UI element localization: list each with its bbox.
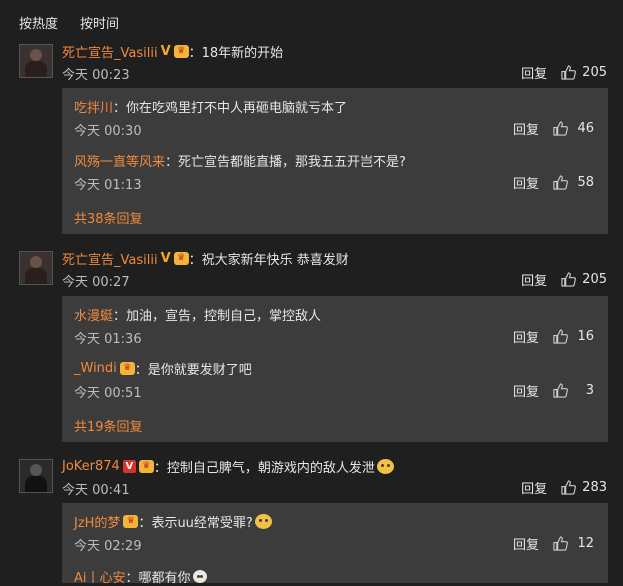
vip-crown-icon: ♛ <box>138 460 154 473</box>
vip-crown-icon: ♛ <box>123 515 139 528</box>
avatar[interactable] <box>19 44 53 78</box>
thumbs-up-icon[interactable] <box>561 272 577 287</box>
thumbs-up-icon[interactable] <box>561 480 577 495</box>
like-count: 58 <box>577 175 594 190</box>
sort-by-time-tab[interactable]: 按时间 <box>80 13 119 33</box>
reply-time: 今天 00:30 <box>74 124 142 139</box>
reply-list: 吃拌川 ：你在吃鸡里打不中人再砸电脑就亏本了 今天 00:30 回复 46 风殇… <box>62 88 608 234</box>
thumbs-up-icon[interactable] <box>561 65 577 80</box>
reply-text: ：加油，宣告，控制自己，掌控敌人 <box>113 309 322 324</box>
reply-text: ：你在吃鸡里打不中人再砸电脑就亏本了 <box>113 101 348 116</box>
comment-text: ：控制自己脾气，朝游戏内的敌人发泄 <box>153 461 375 476</box>
reply-text: ：哪都有你 <box>125 571 191 586</box>
like-count: 205 <box>582 272 607 287</box>
reply-item: 吃拌川 ：你在吃鸡里打不中人再砸电脑就亏本了 今天 00:30 回复 46 <box>74 97 594 142</box>
reply-item: Ai丨心安 ：哪都有你 <box>74 567 594 586</box>
vip-crown-icon: ♛ <box>173 45 189 58</box>
sort-by-hot-tab[interactable]: 按热度 <box>19 13 58 33</box>
reply-button[interactable]: 回复 <box>513 327 539 346</box>
like-count: 3 <box>585 383 594 398</box>
reply-button[interactable]: 回复 <box>513 381 539 400</box>
like-count: 46 <box>577 121 594 136</box>
thumbs-up-icon[interactable] <box>553 175 568 190</box>
reply-button[interactable]: 回复 <box>513 173 539 192</box>
reply-username[interactable]: 风殇一直等风来 <box>74 151 165 170</box>
more-replies-link[interactable]: 共38条回复 <box>74 208 143 227</box>
reply-username[interactable]: 吃拌川 <box>74 97 113 116</box>
avatar[interactable] <box>19 459 53 493</box>
thumbs-up-icon[interactable] <box>553 121 568 136</box>
reply-time: 今天 01:36 <box>74 332 142 347</box>
reply-item: 水漫蜓 ：加油，宣告，控制自己，掌控敌人 今天 01:36 回复 16 <box>74 305 594 350</box>
comment-text: ：18年新的开始 <box>188 46 284 61</box>
avatar[interactable] <box>19 251 53 285</box>
verified-v-icon: V <box>160 251 171 266</box>
reply-username[interactable]: _Windi <box>74 361 117 376</box>
cat-emoji-icon <box>376 459 394 474</box>
reply-item: _Windi ♛ ：是你就要发财了吧 今天 00:51 回复 3 <box>74 359 594 404</box>
reply-text: ：是你就要发财了吧 <box>134 363 252 378</box>
like-count: 205 <box>582 65 607 80</box>
cat-emoji-icon <box>254 514 272 529</box>
comment-time: 今天 00:23 <box>62 68 130 83</box>
reply-button[interactable]: 回复 <box>521 478 547 497</box>
comment-username[interactable]: JoKer874 <box>62 459 120 474</box>
comment-username[interactable]: 死亡宣告_Vasilii <box>62 42 158 61</box>
thumbs-up-icon[interactable] <box>553 329 568 344</box>
thumbs-up-icon[interactable] <box>553 383 568 398</box>
more-replies-link[interactable]: 共19条回复 <box>74 416 143 435</box>
reply-username[interactable]: Ai丨心安 <box>74 567 126 586</box>
reply-time: 今天 01:13 <box>74 178 142 193</box>
comment-time: 今天 00:27 <box>62 275 130 290</box>
reply-button[interactable]: 回复 <box>513 119 539 138</box>
vip-crown-icon: ♛ <box>119 362 135 375</box>
reply-time: 今天 02:29 <box>74 539 142 554</box>
reply-button[interactable]: 回复 <box>521 63 547 82</box>
comment-time: 今天 00:41 <box>62 483 130 498</box>
like-count: 12 <box>577 536 594 551</box>
verified-v-icon: V <box>160 44 171 59</box>
reply-item: JzH的梦 ♛ ：表示uu经常受罪? 今天 02:29 回复 12 <box>74 512 594 557</box>
reply-username[interactable]: JzH的梦 <box>74 512 120 531</box>
reply-time: 今天 00:51 <box>74 386 142 401</box>
vip-crown-icon: ♛ <box>173 252 189 265</box>
comment-text: ：祝大家新年快乐 恭喜发财 <box>188 253 349 268</box>
comment: JoKer874 V ♛ ：控制自己脾气，朝游戏内的敌人发泄 今天 00:41 … <box>19 457 609 507</box>
dog-emoji-icon <box>192 570 207 583</box>
reply-button[interactable]: 回复 <box>513 534 539 553</box>
reply-username[interactable]: 水漫蜓 <box>74 305 113 324</box>
thumbs-up-icon[interactable] <box>553 536 568 551</box>
reply-list: JzH的梦 ♛ ：表示uu经常受罪? 今天 02:29 回复 12 Ai丨心安 … <box>62 503 608 586</box>
sort-bar: 按热度 按时间 <box>19 13 119 33</box>
like-count: 283 <box>582 480 607 495</box>
like-count: 16 <box>577 329 594 344</box>
verified-v-icon: V <box>122 460 136 473</box>
reply-list: 水漫蜓 ：加油，宣告，控制自己，掌控敌人 今天 01:36 回复 16 _Win… <box>62 296 608 442</box>
comment-username[interactable]: 死亡宣告_Vasilii <box>62 249 158 268</box>
reply-text: ：死亡宣告都能直播，那我五五开岂不是? <box>165 155 406 170</box>
reply-button[interactable]: 回复 <box>521 270 547 289</box>
reply-text: ：表示uu经常受罪? <box>138 516 253 531</box>
reply-item: 风殇一直等风来 ：死亡宣告都能直播，那我五五开岂不是? 今天 01:13 回复 … <box>74 151 594 196</box>
